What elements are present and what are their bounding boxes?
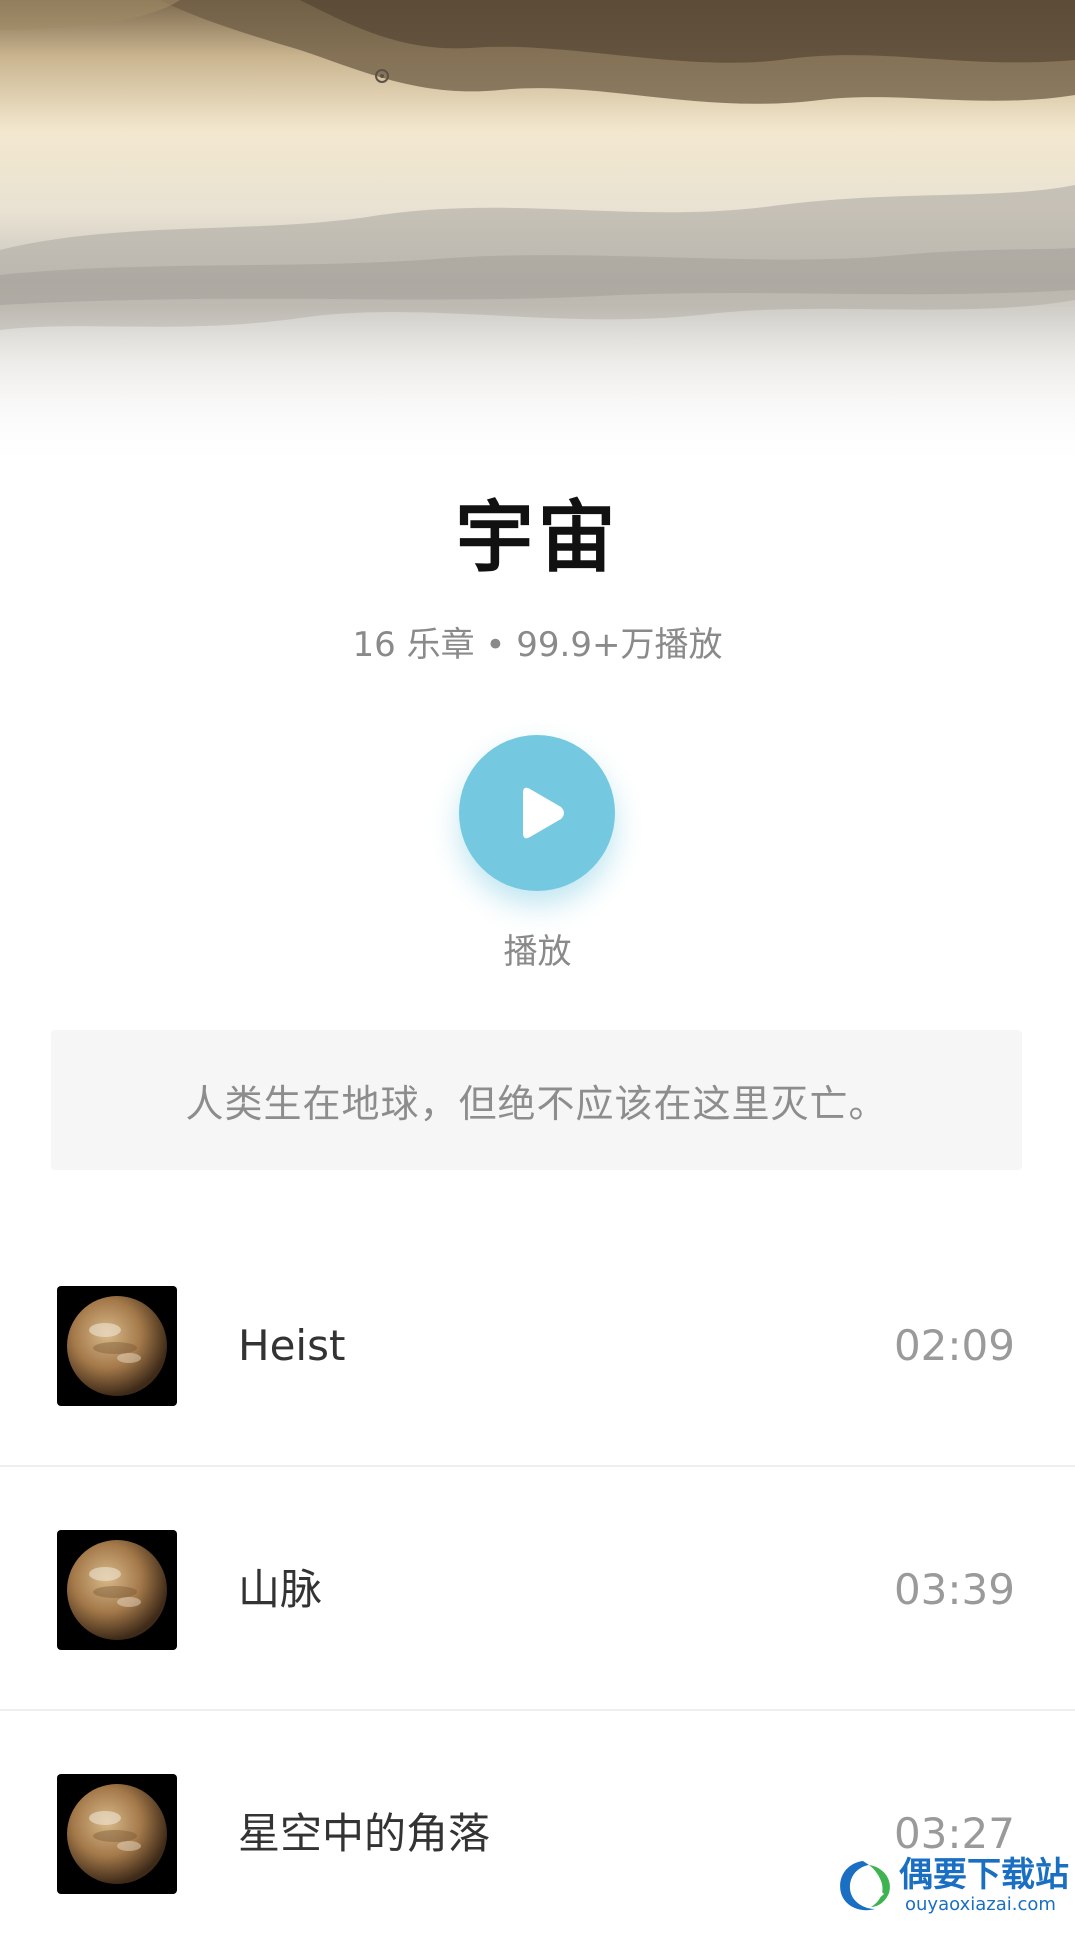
album-quote-box: 人类生在地球，但绝不应该在这里灭亡。 [51, 1030, 1022, 1170]
play-label: 播放 [503, 932, 572, 972]
track-row[interactable]: 星空中的角落 03:27 [0, 1711, 1075, 1953]
planet-cover-icon [57, 1774, 177, 1894]
track-duration: 03:27 [893, 1809, 1015, 1858]
album-meta: 16 乐章 • 99.9+万播放 [352, 625, 723, 665]
track-list: Heist 02:09 山脉 03:39 星空中的角落 03:27 [0, 1223, 1075, 1953]
track-duration: 02:09 [893, 1321, 1015, 1370]
album-quote-text: 人类生在地球，但绝不应该在这里灭亡。 [185, 1081, 888, 1126]
track-duration: 03:39 [893, 1565, 1015, 1614]
planet-cover-icon [57, 1530, 177, 1650]
watermark-logo-icon [840, 1861, 890, 1911]
track-name: Heist [238, 1321, 346, 1370]
track-row[interactable]: Heist 02:09 [0, 1223, 1075, 1467]
watermark-url: ouyaoxiazai.com [905, 1894, 1056, 1915]
gear-icon [375, 69, 389, 83]
album-title: 宇宙 [455, 493, 620, 583]
play-button[interactable] [459, 735, 615, 891]
play-icon [523, 787, 564, 839]
watermark-title: 偶要下载站 [899, 1855, 1069, 1895]
track-name: 星空中的角落 [238, 1809, 491, 1858]
watermark: 偶要下载站 ouyaoxiazai.com [833, 1855, 1073, 1915]
track-name: 山脉 [238, 1565, 323, 1614]
hero-banner [0, 0, 1075, 470]
sky-clouds-image [0, 0, 1075, 470]
track-row[interactable]: 山脉 03:39 [0, 1467, 1075, 1711]
planet-cover-icon [57, 1286, 177, 1406]
